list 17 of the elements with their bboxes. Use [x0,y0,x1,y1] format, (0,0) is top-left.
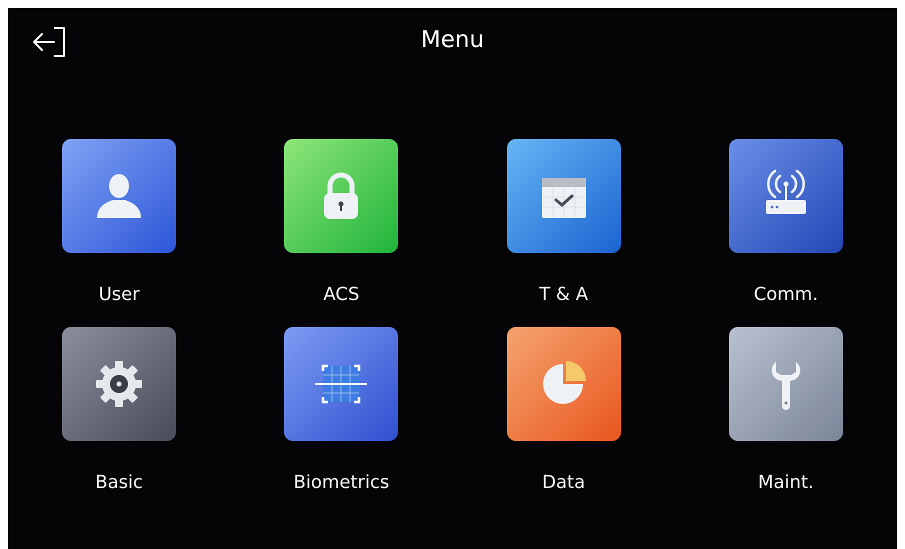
menu-label: ACS [323,284,360,306]
menu-tile[interactable] [506,327,621,441]
menu-tile[interactable] [284,327,398,441]
menu-label: Biometrics [294,472,390,494]
menu-label: T & A [539,284,588,306]
menu-tile[interactable] [506,139,621,253]
menu-tile[interactable] [62,139,176,253]
menu-label: Basic [95,472,143,494]
screen-title: Menu [420,27,484,53]
menu-label: User [98,284,140,306]
menu-tile[interactable] [62,327,176,441]
menu-label: Data [542,472,586,494]
menu-label: Maint. [758,472,814,494]
menu-tile[interactable] [728,327,843,441]
menu-label: Comm. [754,284,818,306]
menu-tile[interactable] [728,139,843,253]
menu-tile[interactable] [284,139,398,253]
